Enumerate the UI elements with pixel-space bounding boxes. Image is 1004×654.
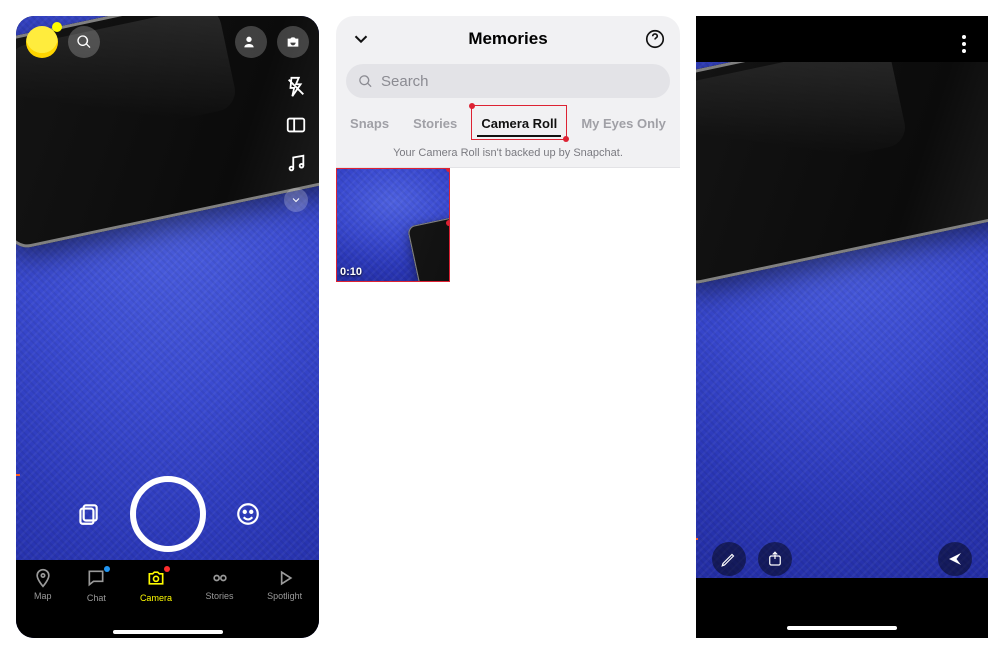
- tab-stories[interactable]: Stories: [409, 108, 461, 141]
- nav-spotlight[interactable]: Spotlight: [267, 568, 302, 601]
- nav-spotlight-label: Spotlight: [267, 591, 302, 601]
- annotation-spark: [696, 534, 698, 544]
- play-icon: [275, 568, 295, 588]
- chat-icon: [86, 568, 106, 588]
- more-options-button[interactable]: [950, 30, 978, 58]
- tab-snaps[interactable]: Snaps: [346, 108, 393, 141]
- preview-screen: [696, 16, 988, 638]
- camera-screen: Map Chat Camera Stories Spotlight: [16, 16, 319, 638]
- bottom-nav: Map Chat Camera Stories Spotlight: [16, 560, 319, 638]
- nav-map-label: Map: [34, 591, 52, 601]
- add-friends-button[interactable]: [235, 26, 267, 58]
- help-icon: [644, 28, 666, 50]
- tab-my-eyes-only[interactable]: My Eyes Only: [577, 108, 670, 141]
- search-icon: [76, 34, 92, 50]
- search-icon: [358, 74, 373, 89]
- nav-chat-label: Chat: [87, 593, 106, 603]
- nav-stories-label: Stories: [206, 591, 234, 601]
- backup-info: Your Camera Roll isn't backed up by Snap…: [336, 141, 680, 167]
- home-indicator: [113, 630, 223, 634]
- add-friends-icon: [243, 34, 259, 50]
- memories-screen: Memories Search Snaps Stories Camera Rol…: [336, 16, 680, 638]
- map-pin-icon: [33, 568, 53, 588]
- more-tools-button[interactable]: [284, 188, 308, 212]
- camera-icon: [146, 568, 166, 588]
- home-indicator: [787, 626, 897, 630]
- nav-stories[interactable]: Stories: [206, 568, 234, 601]
- pencil-icon: [720, 550, 738, 568]
- stories-icon: [210, 568, 230, 588]
- dual-camera-button[interactable]: [283, 112, 309, 138]
- help-button[interactable]: [640, 24, 670, 54]
- media-thumbnail[interactable]: 0:10: [336, 168, 450, 282]
- export-button[interactable]: [758, 542, 792, 576]
- search-button[interactable]: [68, 26, 100, 58]
- chevron-down-icon: [290, 194, 302, 206]
- nav-chat[interactable]: Chat: [86, 568, 106, 603]
- memories-button[interactable]: [74, 500, 102, 528]
- search-input[interactable]: Search: [346, 64, 670, 98]
- send-button[interactable]: [938, 542, 972, 576]
- memories-title: Memories: [468, 29, 547, 49]
- collapse-button[interactable]: [346, 24, 376, 54]
- music-icon: [285, 152, 307, 174]
- memories-icon: [75, 501, 101, 527]
- lenses-button[interactable]: [234, 500, 262, 528]
- smile-icon: [235, 501, 261, 527]
- flash-button[interactable]: [283, 74, 309, 100]
- nav-camera[interactable]: Camera: [140, 568, 172, 603]
- profile-bitmoji[interactable]: [26, 26, 58, 58]
- video-duration: 0:10: [340, 266, 362, 278]
- camera-badge: [164, 566, 170, 572]
- edit-button[interactable]: [712, 542, 746, 576]
- search-placeholder: Search: [381, 73, 429, 90]
- chat-badge: [104, 566, 110, 572]
- sounds-button[interactable]: [283, 150, 309, 176]
- tab-camera-roll[interactable]: Camera Roll: [477, 108, 561, 141]
- send-icon: [946, 550, 964, 568]
- nav-camera-label: Camera: [140, 593, 172, 603]
- annotation-spark: [16, 470, 20, 480]
- camera-roll-grid: 0:10: [336, 168, 680, 282]
- media-preview[interactable]: [696, 62, 988, 578]
- flash-icon: [285, 76, 307, 98]
- nav-map[interactable]: Map: [33, 568, 53, 601]
- dual-camera-icon: [285, 114, 307, 136]
- export-icon: [766, 550, 784, 568]
- chevron-down-icon: [350, 28, 372, 50]
- memory-tabs: Snaps Stories Camera Roll My Eyes Only: [336, 108, 680, 141]
- shutter-button[interactable]: [130, 476, 206, 552]
